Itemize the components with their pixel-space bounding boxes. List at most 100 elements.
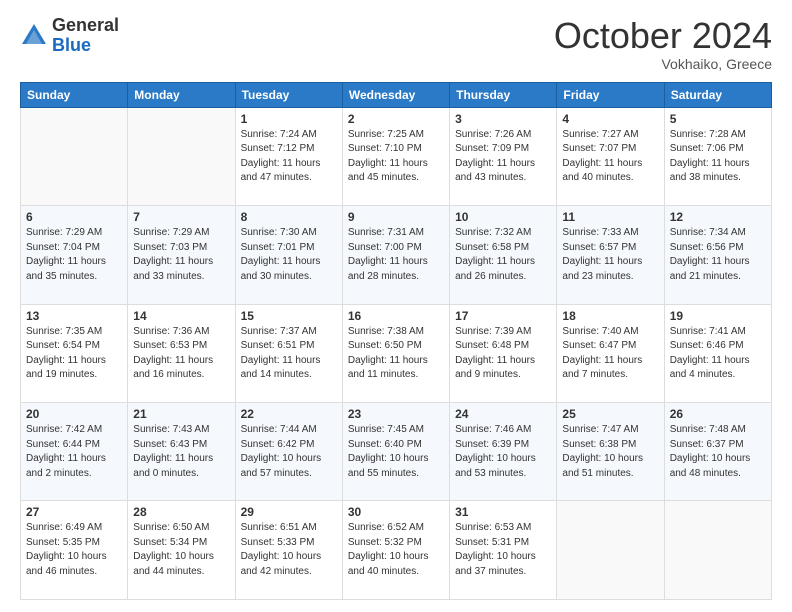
day-number: 13 [26,309,122,323]
sunset-text: Sunset: 6:43 PM [133,439,207,450]
sunset-text: Sunset: 7:03 PM [133,242,207,253]
table-row: 13 Sunrise: 7:35 AM Sunset: 6:54 PM Dayl… [21,304,128,402]
sunset-text: Sunset: 6:47 PM [562,340,636,351]
col-saturday: Saturday [664,82,771,107]
logo-icon [20,22,48,50]
header: General Blue October 2024 Vokhaiko, Gree… [20,16,772,72]
day-number: 1 [241,112,337,126]
sunset-text: Sunset: 6:53 PM [133,340,207,351]
sunrise-text: Sunrise: 7:33 AM [562,227,638,238]
sunset-text: Sunset: 6:44 PM [26,439,100,450]
calendar-week-row: 20 Sunrise: 7:42 AM Sunset: 6:44 PM Dayl… [21,403,772,501]
daylight-text: Daylight: 10 hours and 57 minutes. [241,453,322,479]
day-info: Sunrise: 7:40 AM Sunset: 6:47 PM Dayligh… [562,325,658,383]
daylight-text: Daylight: 11 hours and 19 minutes. [26,355,106,381]
calendar-header-row: Sunday Monday Tuesday Wednesday Thursday… [21,82,772,107]
table-row: 27 Sunrise: 6:49 AM Sunset: 5:35 PM Dayl… [21,501,128,600]
col-thursday: Thursday [450,82,557,107]
daylight-text: Daylight: 11 hours and 23 minutes. [562,256,642,282]
sunrise-text: Sunrise: 7:43 AM [133,424,209,435]
table-row: 20 Sunrise: 7:42 AM Sunset: 6:44 PM Dayl… [21,403,128,501]
calendar-week-row: 6 Sunrise: 7:29 AM Sunset: 7:04 PM Dayli… [21,206,772,304]
sunrise-text: Sunrise: 7:42 AM [26,424,102,435]
sunrise-text: Sunrise: 6:49 AM [26,522,102,533]
day-number: 27 [26,505,122,519]
table-row: 12 Sunrise: 7:34 AM Sunset: 6:56 PM Dayl… [664,206,771,304]
day-info: Sunrise: 7:28 AM Sunset: 7:06 PM Dayligh… [670,128,766,186]
daylight-text: Daylight: 11 hours and 38 minutes. [670,158,750,184]
daylight-text: Daylight: 11 hours and 33 minutes. [133,256,213,282]
sunset-text: Sunset: 7:07 PM [562,143,636,154]
daylight-text: Daylight: 11 hours and 26 minutes. [455,256,535,282]
day-number: 28 [133,505,229,519]
table-row: 8 Sunrise: 7:30 AM Sunset: 7:01 PM Dayli… [235,206,342,304]
sunrise-text: Sunrise: 7:46 AM [455,424,531,435]
daylight-text: Daylight: 11 hours and 28 minutes. [348,256,428,282]
table-row: 14 Sunrise: 7:36 AM Sunset: 6:53 PM Dayl… [128,304,235,402]
day-number: 14 [133,309,229,323]
day-info: Sunrise: 6:51 AM Sunset: 5:33 PM Dayligh… [241,521,337,579]
daylight-text: Daylight: 11 hours and 11 minutes. [348,355,428,381]
daylight-text: Daylight: 11 hours and 47 minutes. [241,158,321,184]
logo-general: General [52,16,119,36]
day-info: Sunrise: 7:42 AM Sunset: 6:44 PM Dayligh… [26,423,122,481]
day-number: 15 [241,309,337,323]
calendar-table: Sunday Monday Tuesday Wednesday Thursday… [20,82,772,600]
sunset-text: Sunset: 7:04 PM [26,242,100,253]
daylight-text: Daylight: 11 hours and 40 minutes. [562,158,642,184]
table-row: 16 Sunrise: 7:38 AM Sunset: 6:50 PM Dayl… [342,304,449,402]
sunset-text: Sunset: 6:42 PM [241,439,315,450]
daylight-text: Daylight: 11 hours and 2 minutes. [26,453,106,479]
table-row [21,107,128,205]
day-number: 3 [455,112,551,126]
table-row: 30 Sunrise: 6:52 AM Sunset: 5:32 PM Dayl… [342,501,449,600]
day-number: 25 [562,407,658,421]
daylight-text: Daylight: 10 hours and 55 minutes. [348,453,429,479]
sunset-text: Sunset: 6:56 PM [670,242,744,253]
sunrise-text: Sunrise: 7:29 AM [133,227,209,238]
daylight-text: Daylight: 11 hours and 45 minutes. [348,158,428,184]
day-info: Sunrise: 7:41 AM Sunset: 6:46 PM Dayligh… [670,325,766,383]
daylight-text: Daylight: 10 hours and 42 minutes. [241,551,322,577]
sunrise-text: Sunrise: 7:29 AM [26,227,102,238]
day-number: 20 [26,407,122,421]
day-info: Sunrise: 7:25 AM Sunset: 7:10 PM Dayligh… [348,128,444,186]
sunrise-text: Sunrise: 7:48 AM [670,424,746,435]
daylight-text: Daylight: 11 hours and 14 minutes. [241,355,321,381]
table-row: 7 Sunrise: 7:29 AM Sunset: 7:03 PM Dayli… [128,206,235,304]
day-number: 2 [348,112,444,126]
daylight-text: Daylight: 10 hours and 51 minutes. [562,453,643,479]
sunrise-text: Sunrise: 7:45 AM [348,424,424,435]
sunset-text: Sunset: 5:35 PM [26,537,100,548]
day-info: Sunrise: 7:30 AM Sunset: 7:01 PM Dayligh… [241,226,337,284]
sunset-text: Sunset: 7:09 PM [455,143,529,154]
location: Vokhaiko, Greece [554,56,772,72]
sunrise-text: Sunrise: 7:36 AM [133,326,209,337]
sunrise-text: Sunrise: 7:32 AM [455,227,531,238]
day-info: Sunrise: 6:50 AM Sunset: 5:34 PM Dayligh… [133,521,229,579]
day-info: Sunrise: 6:49 AM Sunset: 5:35 PM Dayligh… [26,521,122,579]
day-number: 4 [562,112,658,126]
day-info: Sunrise: 7:44 AM Sunset: 6:42 PM Dayligh… [241,423,337,481]
day-number: 24 [455,407,551,421]
day-number: 23 [348,407,444,421]
daylight-text: Daylight: 10 hours and 46 minutes. [26,551,107,577]
sunset-text: Sunset: 6:50 PM [348,340,422,351]
table-row: 15 Sunrise: 7:37 AM Sunset: 6:51 PM Dayl… [235,304,342,402]
sunset-text: Sunset: 6:58 PM [455,242,529,253]
day-info: Sunrise: 7:33 AM Sunset: 6:57 PM Dayligh… [562,226,658,284]
sunset-text: Sunset: 6:37 PM [670,439,744,450]
day-number: 6 [26,210,122,224]
daylight-text: Daylight: 10 hours and 44 minutes. [133,551,214,577]
table-row: 28 Sunrise: 6:50 AM Sunset: 5:34 PM Dayl… [128,501,235,600]
sunset-text: Sunset: 7:06 PM [670,143,744,154]
sunset-text: Sunset: 7:12 PM [241,143,315,154]
logo-text: General Blue [52,16,119,56]
sunset-text: Sunset: 6:40 PM [348,439,422,450]
day-number: 21 [133,407,229,421]
logo: General Blue [20,16,119,56]
day-info: Sunrise: 7:34 AM Sunset: 6:56 PM Dayligh… [670,226,766,284]
table-row: 9 Sunrise: 7:31 AM Sunset: 7:00 PM Dayli… [342,206,449,304]
table-row: 5 Sunrise: 7:28 AM Sunset: 7:06 PM Dayli… [664,107,771,205]
day-number: 7 [133,210,229,224]
